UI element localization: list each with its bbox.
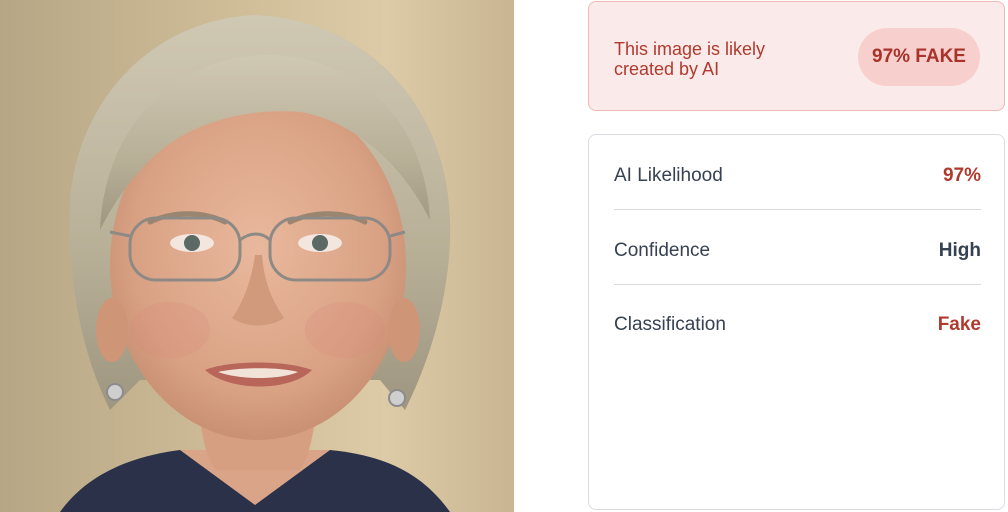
- verdict-banner: This image is likely created by AI 97% F…: [588, 1, 1005, 111]
- metric-label: Confidence: [614, 239, 711, 261]
- metric-label: Classification: [614, 314, 726, 335]
- detection-result-view: This image is likely created by AI 97% F…: [0, 0, 1008, 512]
- metric-row-confidence: Confidence High: [614, 217, 981, 285]
- metric-row-classification: Classification Fake: [614, 291, 981, 359]
- metric-value: High: [938, 239, 981, 261]
- fake-score-badge: 97% FAKE: [858, 28, 980, 86]
- metric-label: AI Likelihood: [614, 164, 723, 186]
- metric-row-ai-likelihood: AI Likelihood 97%: [614, 142, 981, 210]
- metrics-card: AI Likelihood 97% Confidence High Classi…: [588, 134, 1005, 510]
- portrait-illustration: [0, 0, 514, 512]
- analyzed-image: [0, 0, 514, 512]
- metric-value: 97%: [942, 164, 981, 186]
- verdict-message: This image is likely created by AI: [614, 39, 766, 79]
- metric-value: Fake: [937, 314, 981, 335]
